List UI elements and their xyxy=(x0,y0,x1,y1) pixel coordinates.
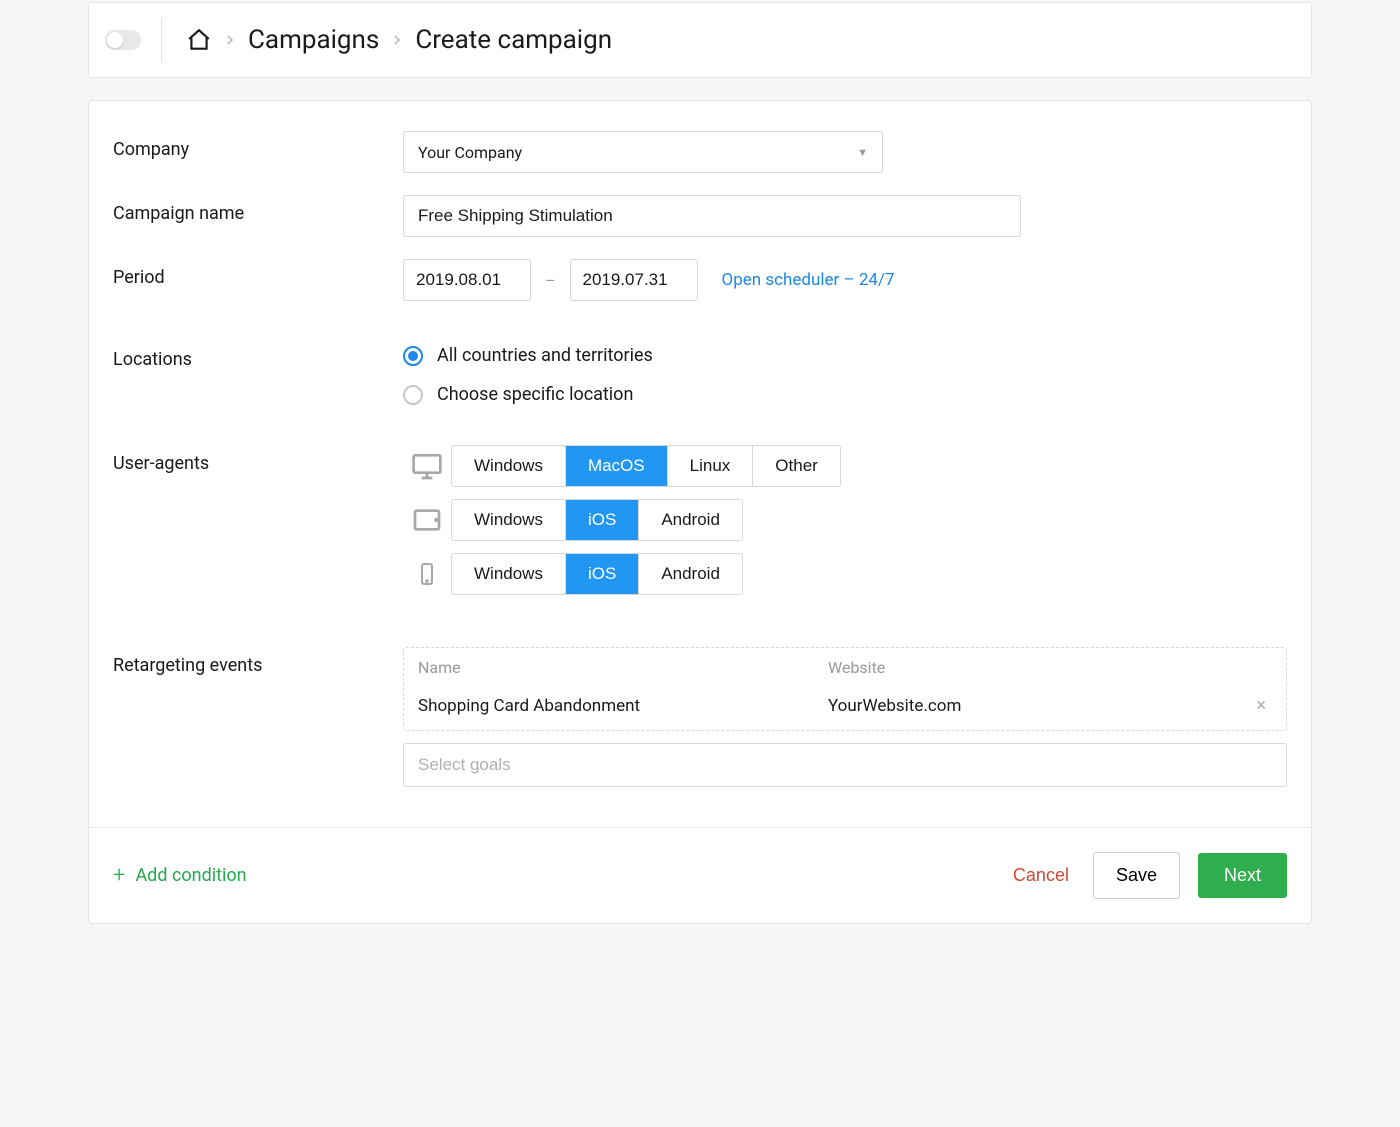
ua-tablet-ios[interactable]: iOS xyxy=(566,500,639,540)
period-label: Period xyxy=(113,259,403,288)
desktop-icon xyxy=(403,450,451,482)
event-row: Shopping Card Abandonment YourWebsite.co… xyxy=(404,687,1286,730)
locations-radio-all[interactable]: All countries and territories xyxy=(403,345,1287,366)
radio-selected-icon xyxy=(403,346,423,366)
ua-mobile-segment: Windows iOS Android xyxy=(451,553,743,595)
form-footer: + Add condition Cancel Save Next xyxy=(89,827,1311,923)
locations-all-text: All countries and territories xyxy=(437,345,653,366)
period-dash: – xyxy=(545,271,556,290)
period-to-input[interactable] xyxy=(570,259,698,301)
caret-down-icon: ▼ xyxy=(857,146,868,159)
chevron-right-icon xyxy=(224,34,236,46)
breadcrumb-campaigns[interactable]: Campaigns xyxy=(248,25,379,55)
ua-desktop-linux[interactable]: Linux xyxy=(668,446,754,486)
ua-desktop-macos[interactable]: MacOS xyxy=(566,446,668,486)
company-label: Company xyxy=(113,131,403,160)
campaign-name-input[interactable] xyxy=(403,195,1021,237)
cancel-button[interactable]: Cancel xyxy=(1007,855,1075,896)
goals-input[interactable] xyxy=(403,743,1287,787)
home-icon[interactable] xyxy=(186,27,212,53)
topbar-separator xyxy=(161,18,162,62)
add-condition-label: Add condition xyxy=(135,865,246,886)
ua-tablet-windows[interactable]: Windows xyxy=(452,500,566,540)
scheduler-link[interactable]: Open scheduler – 24/7 xyxy=(722,270,895,290)
topbar: Campaigns Create campaign xyxy=(88,2,1312,78)
ua-tablet-android[interactable]: Android xyxy=(639,500,742,540)
event-name: Shopping Card Abandonment xyxy=(418,696,828,716)
ua-desktop-windows[interactable]: Windows xyxy=(452,446,566,486)
ua-mobile-ios[interactable]: iOS xyxy=(566,554,639,594)
retargeting-label: Retargeting events xyxy=(113,647,403,676)
save-button[interactable]: Save xyxy=(1093,852,1180,899)
company-value: Your Company xyxy=(418,143,522,162)
campaign-name-label: Campaign name xyxy=(113,195,403,224)
chevron-right-icon xyxy=(391,34,403,46)
events-header-website: Website xyxy=(828,658,885,677)
next-button[interactable]: Next xyxy=(1198,853,1287,898)
plus-icon: + xyxy=(113,863,125,888)
ua-mobile-android[interactable]: Android xyxy=(639,554,742,594)
company-select[interactable]: Your Company ▼ xyxy=(403,131,883,173)
locations-label: Locations xyxy=(113,341,403,370)
event-website: YourWebsite.com xyxy=(828,696,1250,716)
tablet-icon xyxy=(403,504,451,536)
locations-specific-text: Choose specific location xyxy=(437,384,633,405)
breadcrumb: Campaigns Create campaign xyxy=(186,25,612,55)
events-box: Name Website Shopping Card Abandonment Y… xyxy=(403,647,1287,731)
breadcrumb-current: Create campaign xyxy=(415,25,612,55)
ua-desktop-segment: Windows MacOS Linux Other xyxy=(451,445,841,487)
locations-radio-specific[interactable]: Choose specific location xyxy=(403,384,1287,405)
add-condition-button[interactable]: + Add condition xyxy=(113,863,247,888)
radio-unselected-icon xyxy=(403,385,423,405)
period-from-input[interactable] xyxy=(403,259,531,301)
events-header-name: Name xyxy=(418,658,828,677)
remove-event-icon[interactable]: × xyxy=(1250,695,1272,716)
user-agents-label: User-agents xyxy=(113,445,403,474)
ua-tablet-segment: Windows iOS Android xyxy=(451,499,743,541)
form-card: Company Your Company ▼ Campaign name Per… xyxy=(88,100,1312,924)
mobile-icon xyxy=(403,558,451,590)
sidebar-toggle[interactable] xyxy=(105,30,141,50)
ua-desktop-other[interactable]: Other xyxy=(753,446,840,486)
ua-mobile-windows[interactable]: Windows xyxy=(452,554,566,594)
